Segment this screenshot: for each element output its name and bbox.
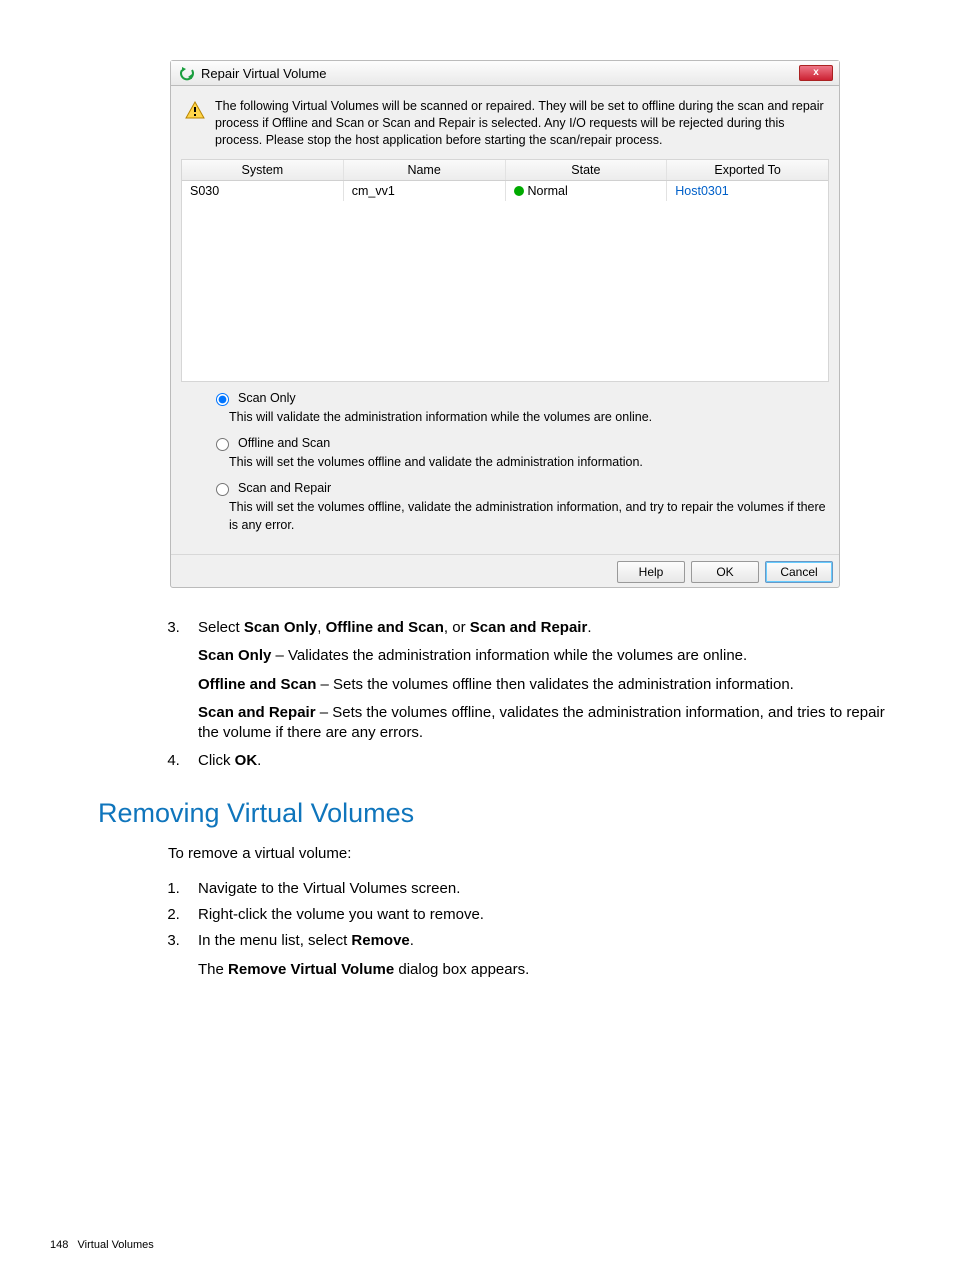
text: – Validates the administration informati… [271, 647, 747, 664]
option-scan-only: Scan Only This will validate the adminis… [211, 390, 827, 427]
cell-system: S030 [182, 181, 344, 201]
step-3: Select Scan Only, Offline and Scan, or S… [184, 618, 904, 743]
radio-scan-and-repair-desc: This will set the volumes offline, valid… [211, 499, 827, 534]
removing-intro: To remove a virtual volume: [168, 844, 904, 864]
help-button[interactable]: Help [617, 561, 685, 583]
radio-scan-and-repair[interactable]: Scan and Repair [211, 480, 827, 498]
dialog-info-row: The following Virtual Volumes will be sc… [181, 96, 829, 159]
dialog-button-row: Help OK Cancel [171, 554, 839, 587]
column-header-exported-to[interactable]: Exported To [667, 160, 828, 180]
option-offline-and-scan: Offline and Scan This will set the volum… [211, 435, 827, 472]
radio-scan-only[interactable]: Scan Only [211, 390, 827, 408]
text: Select [198, 619, 244, 636]
ok-button[interactable]: OK [691, 561, 759, 583]
heading-removing-virtual-volumes: Removing Virtual Volumes [98, 798, 904, 829]
column-header-state[interactable]: State [506, 160, 668, 180]
exported-to-link[interactable]: Host0301 [675, 184, 729, 198]
column-header-system[interactable]: System [182, 160, 344, 180]
page-footer: 148 Virtual Volumes [50, 1239, 154, 1251]
option-scan-and-repair: Scan and Repair This will set the volume… [211, 480, 827, 535]
cell-state-text: Normal [528, 184, 568, 198]
radio-scan-only-input[interactable] [216, 393, 229, 406]
cancel-button[interactable]: Cancel [765, 561, 833, 583]
table-header-row: System Name State Exported To [182, 160, 828, 181]
doc-body: Select Scan Only, Offline and Scan, or S… [168, 618, 904, 980]
text: In the menu list, select [198, 932, 351, 949]
radio-offline-and-scan-label: Offline and Scan [238, 435, 330, 453]
radio-scan-only-label: Scan Only [238, 390, 296, 408]
radio-offline-and-scan-input[interactable] [216, 438, 229, 451]
section-title: Virtual Volumes [78, 1239, 154, 1251]
radio-offline-and-scan-desc: This will set the volumes offline and va… [211, 454, 827, 472]
cell-exported-to: Host0301 [667, 181, 828, 201]
text: , [317, 619, 325, 636]
removing-step-1: Navigate to the Virtual Volumes screen. [184, 879, 904, 899]
volumes-table: System Name State Exported To S030 cm_vv… [181, 159, 829, 382]
radio-scan-and-repair-input[interactable] [216, 483, 229, 496]
column-header-name[interactable]: Name [344, 160, 506, 180]
text: dialog box appears. [394, 961, 529, 978]
step-4: Click OK. [184, 751, 904, 771]
close-icon[interactable]: x [799, 65, 833, 81]
text-bold: Scan Only [198, 647, 271, 664]
app-icon [179, 65, 195, 81]
text: . [587, 619, 591, 636]
text-bold: Scan and Repair [198, 704, 316, 721]
text: . [257, 752, 261, 769]
text: . [410, 932, 414, 949]
cell-name: cm_vv1 [344, 181, 506, 201]
radio-scan-only-desc: This will validate the administration in… [211, 409, 827, 427]
warning-icon [185, 100, 205, 120]
removing-step-2: Right-click the volume you want to remov… [184, 905, 904, 925]
text-bold: Offline and Scan [198, 676, 316, 693]
text: , or [444, 619, 470, 636]
text-bold: Scan Only [244, 619, 317, 636]
text: The [198, 961, 228, 978]
page-number: 148 [50, 1239, 68, 1251]
radio-scan-and-repair-label: Scan and Repair [238, 480, 331, 498]
text: Click [198, 752, 235, 769]
text: – Sets the volumes offline then validate… [316, 676, 794, 693]
text-bold: OK [235, 752, 258, 769]
dialog-titlebar: Repair Virtual Volume x [171, 61, 839, 86]
text-bold: Remove Virtual Volume [228, 961, 394, 978]
text-bold: Scan and Repair [470, 619, 588, 636]
scan-options-group: Scan Only This will validate the adminis… [181, 382, 829, 547]
text-bold: Remove [351, 932, 409, 949]
status-dot-icon [514, 186, 524, 196]
removing-step-3: In the menu list, select Remove. The Rem… [184, 931, 904, 980]
cell-state: Normal [506, 181, 668, 201]
table-row[interactable]: S030 cm_vv1 Normal Host0301 [182, 181, 828, 201]
dialog-info-text: The following Virtual Volumes will be sc… [215, 98, 825, 149]
dialog-title: Repair Virtual Volume [201, 66, 327, 81]
radio-offline-and-scan[interactable]: Offline and Scan [211, 435, 827, 453]
text-bold: Offline and Scan [326, 619, 444, 636]
repair-virtual-volume-dialog: Repair Virtual Volume x The following Vi… [170, 60, 840, 588]
